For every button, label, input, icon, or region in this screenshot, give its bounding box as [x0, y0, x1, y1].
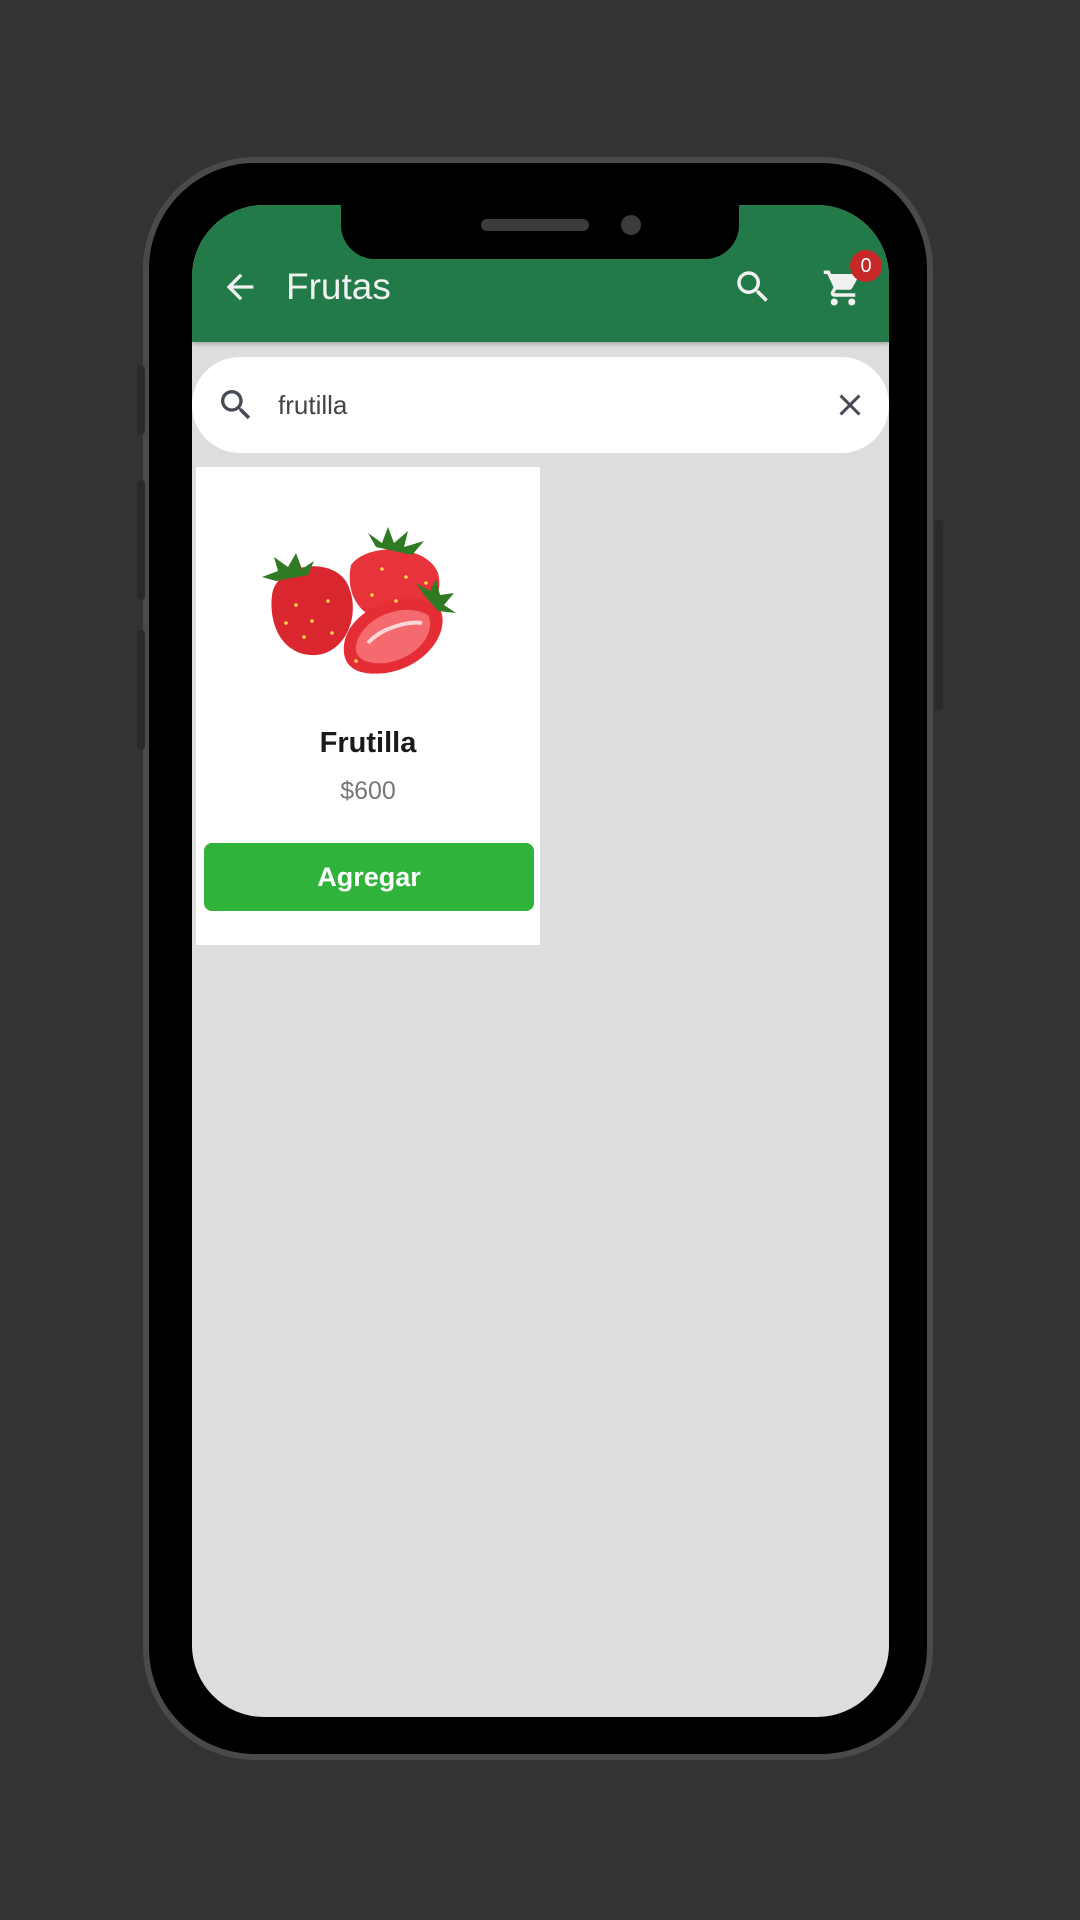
- phone-volume-down-button: [137, 630, 145, 750]
- cart-count-badge: 0: [850, 250, 882, 282]
- add-to-cart-button[interactable]: Agregar: [204, 843, 534, 911]
- strawberry-image: [262, 527, 456, 674]
- phone-speaker: [481, 219, 589, 231]
- search-icon: [221, 390, 251, 420]
- phone-power-button: [935, 520, 943, 710]
- arrow-left-icon: [226, 273, 254, 301]
- search-button[interactable]: [732, 266, 774, 308]
- close-icon: [839, 394, 861, 416]
- app-screen: Frutas 0 frutilla Frutilla $600 Agregar: [192, 205, 889, 1717]
- page-title: Frutas: [286, 266, 391, 307]
- product-card: Frutilla $600 Agregar: [196, 467, 540, 945]
- clear-search-button[interactable]: [832, 387, 868, 423]
- product-name: Frutilla: [319, 727, 417, 759]
- phone-camera: [621, 215, 641, 235]
- search-input[interactable]: [278, 385, 778, 425]
- phone-notch: [341, 205, 739, 259]
- product-price: $600: [340, 777, 396, 805]
- search-bar: [192, 357, 889, 453]
- phone-side-button: [137, 365, 145, 435]
- phone-volume-up-button: [137, 480, 145, 600]
- search-bar-icon: [216, 385, 256, 425]
- back-button[interactable]: [220, 267, 260, 307]
- strawberry-left: [262, 553, 353, 656]
- search-icon: [737, 271, 768, 302]
